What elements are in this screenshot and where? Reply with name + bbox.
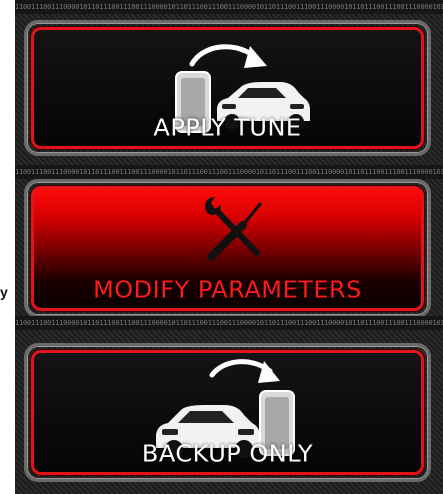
apply-tune-label: APPLY TUNE xyxy=(153,114,302,142)
binary-strip: 1100111001110000101101110011100111000010… xyxy=(15,316,443,330)
backup-only-panel: BACKUP ONLY xyxy=(15,330,443,494)
apply-tune-frame: APPLY TUNE xyxy=(24,20,431,156)
modify-parameters-button[interactable]: MODIFY PARAMETERS xyxy=(31,186,424,311)
binary-strip: 1100111001110000101101110011100111000010… xyxy=(15,0,443,14)
backup-only-frame: BACKUP ONLY xyxy=(24,343,431,482)
modify-parameters-frame: MODIFY PARAMETERS xyxy=(24,179,431,318)
modify-parameters-panel: 1100111001110000101101110011100111000010… xyxy=(15,165,443,330)
apply-tune-button[interactable]: APPLY TUNE xyxy=(31,27,424,149)
modify-parameters-label: MODIFY PARAMETERS xyxy=(93,276,362,304)
backup-only-label: BACKUP ONLY xyxy=(141,440,314,468)
backup-only-button[interactable]: BACKUP ONLY xyxy=(31,350,424,475)
wrench-screwdriver-icon xyxy=(205,197,263,261)
apply-tune-panel: 1100111001110000101101110011100111000010… xyxy=(15,0,443,165)
binary-strip: 1100111001110000101101110011100111000010… xyxy=(15,165,443,179)
